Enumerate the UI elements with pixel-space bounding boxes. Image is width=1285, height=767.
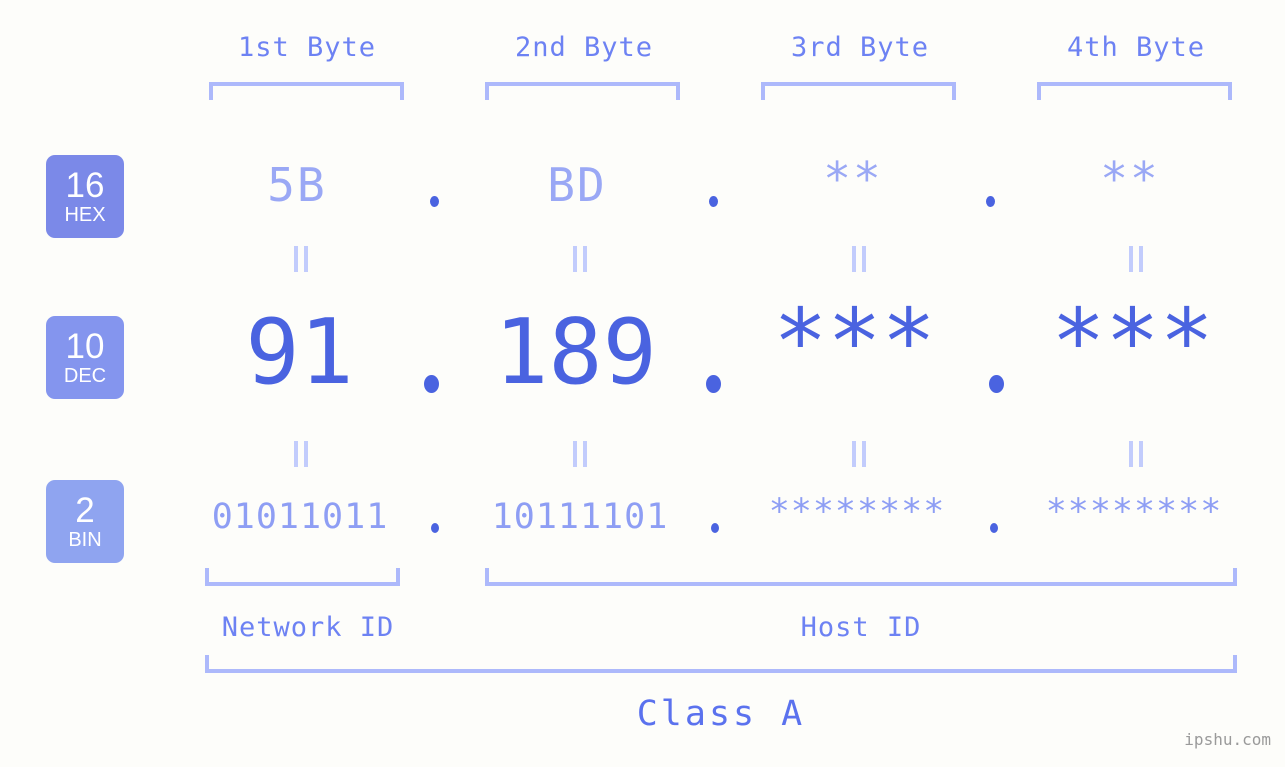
hex-separator-dot-3	[986, 196, 995, 207]
base-badge-dec-number: 10	[65, 327, 105, 366]
equals-connector-hex-dec-3	[852, 246, 866, 272]
base-badge-bin: 2 BIN	[46, 480, 124, 563]
bin-value-byte-2: 10111101	[491, 497, 669, 537]
bin-value-byte-3: ********	[768, 492, 946, 532]
base-badge-dec: 10 DEC	[46, 316, 124, 399]
bin-value-byte-1: 01011011	[211, 497, 389, 537]
equals-connector-dec-bin-3	[852, 441, 866, 467]
byte-header-2: 2nd Byte	[514, 32, 654, 63]
host-id-label: Host ID	[800, 612, 922, 643]
base-badge-hex-name: HEX	[64, 204, 106, 226]
byte-bracket-1	[209, 82, 404, 100]
dec-separator-dot-2	[706, 375, 721, 393]
equals-connector-dec-bin-1	[294, 441, 308, 467]
bin-separator-dot-3	[990, 523, 998, 533]
dec-separator-dot-1	[424, 375, 439, 393]
base-badge-bin-name: BIN	[68, 529, 102, 551]
hex-separator-dot-2	[709, 196, 718, 207]
base-badge-hex: 16 HEX	[46, 155, 124, 238]
equals-connector-dec-bin-4	[1129, 441, 1143, 467]
dec-value-byte-3: ***	[773, 290, 936, 395]
hex-value-byte-1: 5B	[267, 158, 327, 212]
base-badge-hex-number: 16	[65, 166, 105, 205]
base-badge-bin-number: 2	[75, 491, 95, 530]
dec-value-byte-4: ***	[1051, 290, 1214, 395]
byte-bracket-4	[1037, 82, 1232, 100]
equals-connector-hex-dec-4	[1129, 246, 1143, 272]
base-badge-dec-name: DEC	[63, 365, 107, 387]
dec-value-byte-1: 91	[245, 300, 354, 405]
hex-value-byte-2: BD	[547, 158, 607, 212]
network-id-bracket	[205, 568, 400, 586]
byte-header-3: 3rd Byte	[790, 32, 930, 63]
equals-connector-dec-bin-2	[573, 441, 587, 467]
equals-connector-hex-dec-1	[294, 246, 308, 272]
bin-value-byte-4: ********	[1045, 492, 1223, 532]
bin-separator-dot-1	[431, 523, 439, 533]
equals-connector-hex-dec-2	[573, 246, 587, 272]
dec-value-byte-2: 189	[494, 300, 657, 405]
site-watermark: ipshu.com	[1184, 730, 1271, 749]
hex-value-byte-4: **	[1100, 152, 1160, 206]
ip-breakdown-diagram: 1st Byte 2nd Byte 3rd Byte 4th Byte 16 H…	[0, 0, 1285, 767]
bin-separator-dot-2	[711, 523, 719, 533]
byte-header-4: 4th Byte	[1066, 32, 1206, 63]
byte-bracket-2	[485, 82, 680, 100]
dec-separator-dot-3	[989, 375, 1004, 393]
host-id-bracket	[485, 568, 1237, 586]
byte-header-1: 1st Byte	[237, 32, 377, 63]
hex-separator-dot-1	[430, 196, 439, 207]
network-id-label: Network ID	[221, 612, 395, 643]
address-class-label: Class A	[636, 694, 806, 734]
address-class-bracket	[205, 655, 1237, 673]
hex-value-byte-3: **	[823, 152, 883, 206]
byte-bracket-3	[761, 82, 956, 100]
